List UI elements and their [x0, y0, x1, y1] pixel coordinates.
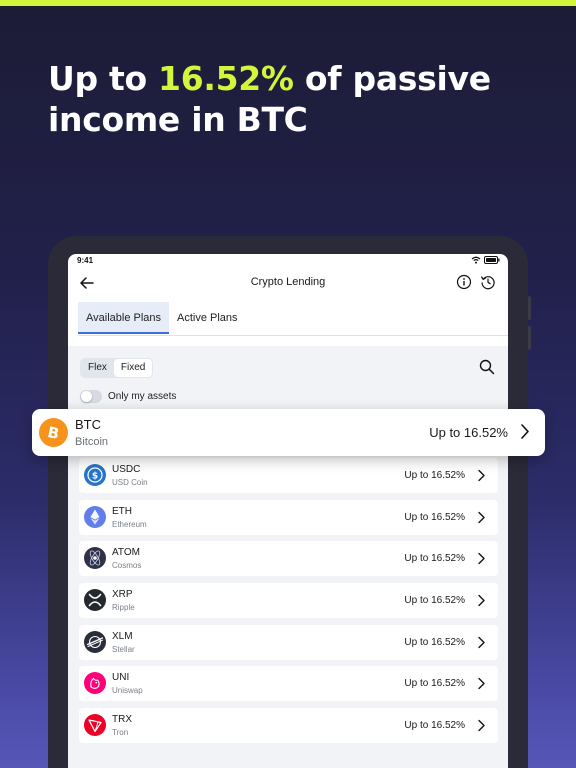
wifi-icon: [471, 256, 481, 264]
asset-rate: Up to 16.52%: [404, 512, 465, 523]
tabs-divider: [78, 335, 508, 336]
asset-name: USD Coin: [112, 478, 148, 487]
tab-active-plans[interactable]: Active Plans: [169, 302, 246, 334]
chevron-right-icon: [478, 719, 485, 732]
only-my-assets-toggle[interactable]: [80, 390, 102, 403]
nav-bar: Crypto Lending: [68, 268, 508, 300]
plan-tabs: Available Plans Active Plans: [78, 302, 246, 336]
chevron-right-icon: [478, 511, 485, 524]
stellar-icon: [84, 631, 106, 653]
asset-row-xlm[interactable]: XLM Stellar Up to 16.52%: [79, 625, 498, 660]
asset-row-usdc[interactable]: $ USDC USD Coin Up to 16.52%: [79, 458, 498, 493]
asset-symbol: ETH: [112, 506, 132, 517]
asset-name: Ethereum: [112, 520, 147, 529]
featured-asset-rate: Up to 16.52%: [429, 425, 508, 440]
asset-row-trx[interactable]: TRX Tron Up to 16.52%: [79, 708, 498, 743]
asset-row-atom[interactable]: ATOM Cosmos Up to 16.52%: [79, 541, 498, 576]
asset-name: Uniswap: [112, 686, 143, 695]
asset-symbol: ATOM: [112, 547, 140, 558]
chevron-right-icon: [478, 594, 485, 607]
featured-asset-name: Bitcoin: [75, 436, 109, 448]
chevron-right-icon: [478, 636, 485, 649]
asset-name: Stellar: [112, 645, 135, 654]
asset-rate: Up to 16.52%: [404, 470, 465, 481]
tab-available-plans[interactable]: Available Plans: [78, 302, 170, 334]
headline-prefix: Up to: [48, 59, 159, 98]
usdc-icon: $: [84, 464, 106, 486]
promo-headline: Up to 16.52% of passive income in BTC: [48, 58, 548, 140]
app-screen: 9:41 Crypto Lending Available Plans Acti…: [68, 254, 508, 768]
asset-symbol: XRP: [112, 589, 133, 600]
asset-symbol: USDC: [112, 464, 141, 475]
asset-row-xrp[interactable]: XRP Ripple Up to 16.52%: [79, 583, 498, 618]
asset-row-uni[interactable]: UNI Uniswap Up to 16.52%: [79, 666, 498, 701]
asset-rate: Up to 16.52%: [404, 637, 465, 648]
svg-text:$: $: [92, 472, 98, 482]
featured-asset-card-btc[interactable]: B BTC Bitcoin Up to 16.52%: [32, 409, 545, 456]
chevron-right-icon: [478, 469, 485, 482]
uniswap-icon: [84, 672, 106, 694]
featured-asset-symbol: BTC: [75, 417, 101, 432]
chevron-right-icon: [521, 424, 529, 439]
status-icons: [471, 256, 500, 264]
tablet-side-button: [528, 296, 531, 320]
chevron-right-icon: [478, 677, 485, 690]
asset-name: Tron: [112, 728, 129, 737]
only-my-assets-row: Only my assets: [80, 390, 176, 403]
search-icon[interactable]: [478, 358, 496, 376]
tablet-side-button: [528, 326, 531, 350]
battery-icon: [484, 256, 500, 264]
asset-row-eth[interactable]: ETH Ethereum Up to 16.52%: [79, 500, 498, 535]
page-title: Crypto Lending: [250, 276, 326, 288]
xrp-icon: [84, 589, 106, 611]
asset-symbol: TRX: [112, 714, 132, 725]
segment-flex[interactable]: Flex: [81, 359, 114, 377]
chevron-right-icon: [478, 552, 485, 565]
status-time: 9:41: [77, 256, 94, 265]
asset-symbol: XLM: [112, 631, 133, 642]
headline-highlight-rate: 16.52%: [158, 59, 294, 98]
asset-rate: Up to 16.52%: [404, 720, 465, 731]
top-accent-stripe: [0, 0, 576, 6]
status-bar: 9:41: [68, 254, 508, 268]
asset-rate: Up to 16.52%: [404, 678, 465, 689]
plan-type-segmented-control: Flex Fixed: [80, 358, 154, 378]
info-icon[interactable]: [456, 274, 472, 290]
asset-name: Cosmos: [112, 561, 142, 570]
asset-symbol: UNI: [112, 672, 130, 683]
bitcoin-icon: B: [39, 418, 68, 447]
segment-fixed[interactable]: Fixed: [113, 359, 153, 377]
asset-rate: Up to 16.52%: [404, 595, 465, 606]
asset-rate: Up to 16.52%: [404, 553, 465, 564]
ethereum-icon: [84, 506, 106, 528]
asset-name: Ripple: [112, 603, 135, 612]
cosmos-icon: [84, 547, 106, 569]
history-icon[interactable]: [480, 274, 496, 290]
tron-icon: [84, 714, 106, 736]
only-my-assets-label: Only my assets: [108, 391, 177, 402]
